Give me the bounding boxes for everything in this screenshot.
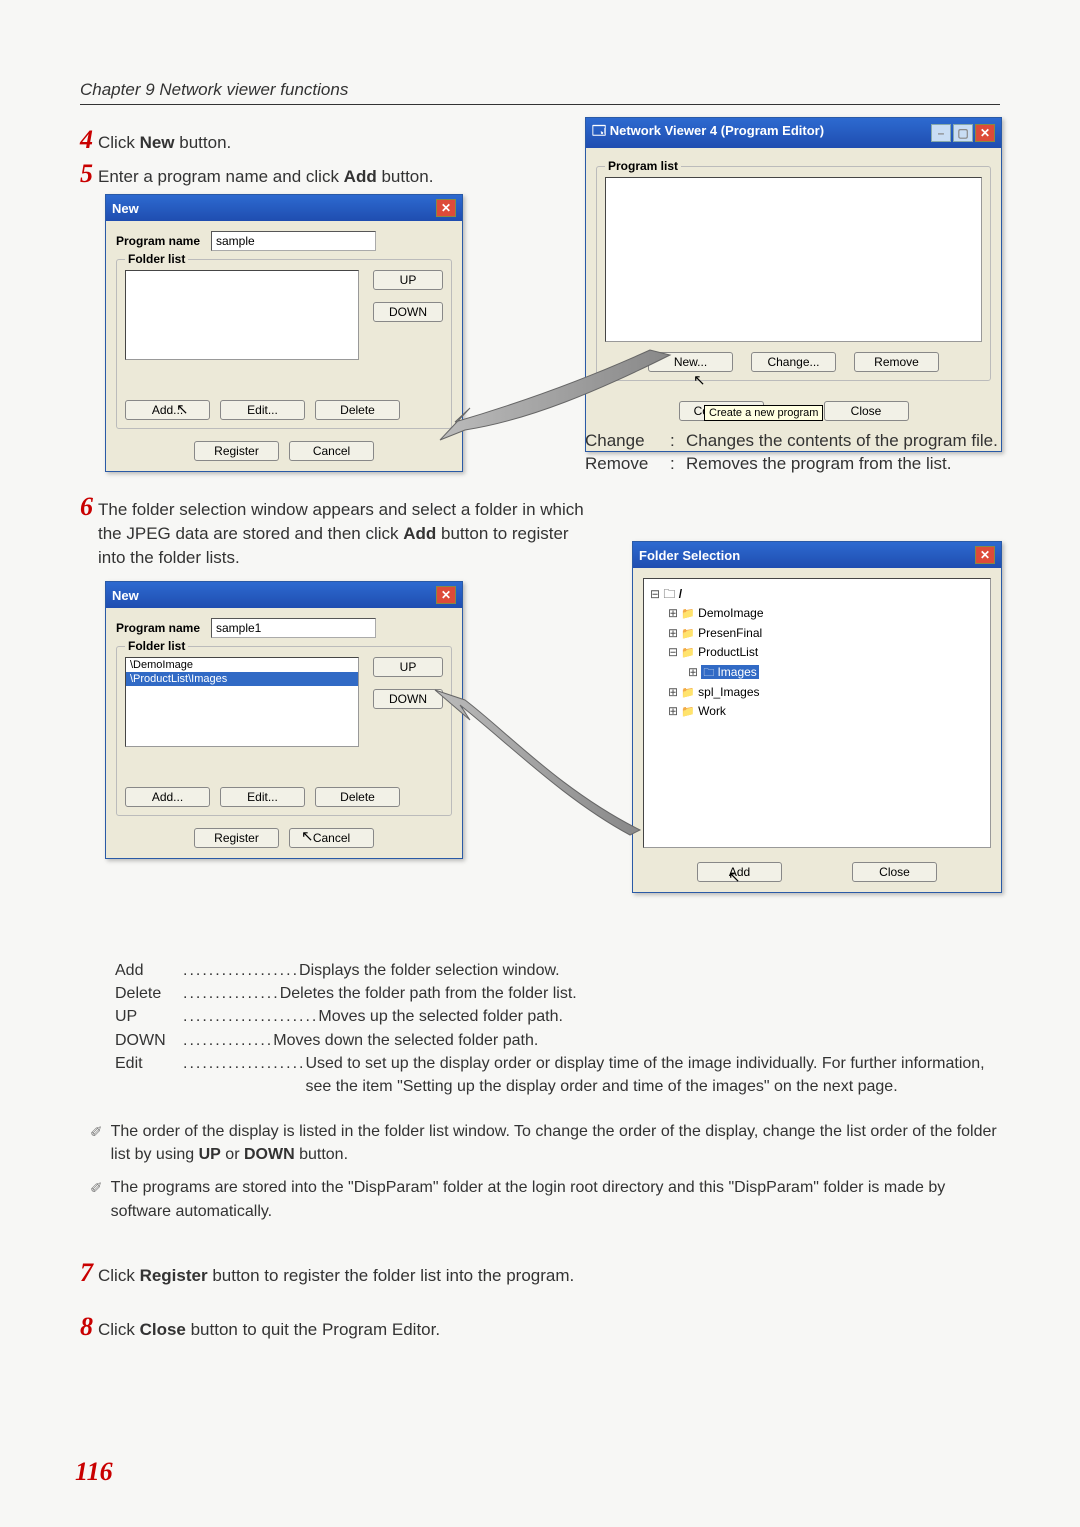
close-icon[interactable]: ✕ [975,124,995,142]
delete-button[interactable]: Delete [315,787,400,807]
new-dialog-1: New ✕ Program name Folder list UP DOWN A… [105,194,463,472]
list-item[interactable]: \ProductList\Images [126,672,358,686]
program-name-input[interactable] [211,618,376,638]
edit-button[interactable]: Edit... [220,787,305,807]
close-button[interactable]: Close [852,862,937,882]
dialog-title: New [112,201,139,216]
folder-list-label: Folder list [125,639,188,653]
step-number: 5 [80,161,93,187]
up-button[interactable]: UP [373,270,443,290]
command-descriptions: Add..................Displays the folder… [115,959,995,1098]
folder-list[interactable]: \DemoImage \ProductList\Images [125,657,359,747]
dialog-titlebar[interactable]: New ✕ [106,195,462,221]
folder-list[interactable] [125,270,359,360]
step-text: Click New button. [98,131,231,155]
close-icon[interactable]: ✕ [975,546,995,564]
arrow-icon [435,690,640,835]
note-icon: ✐ [90,1178,103,1200]
tree-item[interactable]: ProductList [681,645,758,659]
minimize-icon[interactable]: – [931,124,951,142]
page-number: 116 [75,1457,113,1487]
step-number: 6 [80,494,93,520]
folder-list-label: Folder list [125,252,188,266]
close-icon[interactable]: ✕ [436,199,456,217]
folder-selection-dialog: Folder Selection ✕ 🗀 / DemoImage PresenF… [632,541,1002,893]
desc-text: Displays the folder selection window. [299,959,560,982]
desc-term: UP [115,1005,183,1028]
delete-button[interactable]: Delete [315,400,400,420]
add-button[interactable]: Add... [125,400,210,420]
tree-item[interactable]: spl_Images [681,685,759,699]
desc-term: Delete [115,982,183,1005]
down-button[interactable]: DOWN [373,302,443,322]
dialog-title: Network Viewer 4 (Program Editor) [610,123,824,138]
program-list-label: Program list [605,159,681,173]
dialog-title: Folder Selection [639,548,740,563]
register-button[interactable]: Register [194,828,279,848]
tree-item[interactable]: DemoImage [681,606,763,620]
note-text: The programs are stored into the "DispPa… [111,1176,1000,1222]
cancel-button[interactable]: Cancel [289,441,374,461]
desc-text: Deletes the folder path from the folder … [280,982,577,1005]
cursor-icon: ↖ [301,827,314,845]
network-viewer-dialog: 🗔 Network Viewer 4 (Program Editor) – ▢ … [585,117,1002,452]
chapter-header: Chapter 9 Network viewer functions [80,80,1000,105]
desc-term: DOWN [115,1029,183,1052]
def-text: Changes the contents of the program file… [686,430,998,453]
note-icon: ✐ [90,1122,103,1144]
dialog-titlebar[interactable]: Folder Selection ✕ [633,542,1001,568]
dialog-title: New [112,588,139,603]
edit-button[interactable]: Edit... [220,400,305,420]
desc-text: Moves down the selected folder path. [273,1029,538,1052]
remove-button[interactable]: Remove [854,352,939,372]
def-term: Change [585,430,670,453]
program-name-input[interactable] [211,231,376,251]
cursor-icon: ↖ [693,371,706,389]
tree-item[interactable]: PresenFinal [681,626,762,640]
dialog-titlebar[interactable]: 🗔 Network Viewer 4 (Program Editor) – ▢ … [586,118,1001,148]
cursor-icon: ↖ [176,400,189,418]
desc-term: Edit [115,1052,183,1098]
new-dialog-2: New ✕ Program name Folder list \DemoImag… [105,581,463,859]
up-button[interactable]: UP [373,657,443,677]
desc-text: Moves up the selected folder path. [318,1005,563,1028]
program-list[interactable] [605,177,982,342]
down-button[interactable]: DOWN [373,689,443,709]
new-button[interactable]: New... [648,352,733,372]
tooltip: Create a new program [704,405,823,421]
step-number: 8 [80,1314,93,1340]
def-text: Removes the program from the list. [686,453,951,476]
step-text: The folder selection window appears and … [98,498,600,569]
folder-tree[interactable]: 🗀 / DemoImage PresenFinal ProductList Im… [643,578,991,848]
desc-text: Used to set up the display order or disp… [305,1052,995,1098]
cursor-icon: ↖ [728,868,741,886]
change-button[interactable]: Change... [751,352,836,372]
program-name-label: Program name [116,234,211,248]
tree-item-selected[interactable]: Images [701,665,758,679]
program-name-label: Program name [116,621,211,635]
step-7: 7 Click Register button to register the … [80,1260,980,1288]
step-number: 4 [80,127,93,153]
desc-term: Add [115,959,183,982]
step-text: Click Close button to quit the Program E… [98,1318,440,1342]
add-button[interactable]: Add... [125,787,210,807]
step-number: 7 [80,1260,93,1286]
note-text: The order of the display is listed in th… [111,1120,1000,1166]
tree-item[interactable]: Work [681,704,726,718]
dialog-titlebar[interactable]: New ✕ [106,582,462,608]
button-definitions: Change : Changes the contents of the pro… [585,430,1005,476]
step-text: Click Register button to register the fo… [98,1264,574,1288]
step-6: 6 The folder selection window appears an… [80,494,600,569]
list-item[interactable]: \DemoImage [126,658,358,672]
close-icon[interactable]: ✕ [436,586,456,604]
step-8: 8 Click Close button to quit the Program… [80,1314,980,1342]
register-button[interactable]: Register [194,441,279,461]
maximize-icon[interactable]: ▢ [953,124,973,142]
notes-block: ✐ The order of the display is listed in … [90,1110,1000,1223]
tree-root-icon: 🗀 [663,587,675,601]
def-term: Remove [585,453,670,476]
step-text: Enter a program name and click Add butto… [98,165,433,189]
close-button[interactable]: Close [824,401,909,421]
